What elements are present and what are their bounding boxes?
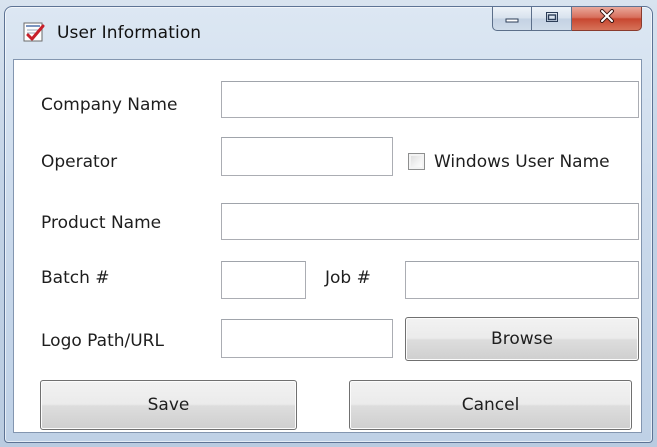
caption-buttons <box>492 7 642 33</box>
company-name-input[interactable] <box>221 81 639 118</box>
form-area: Company Name Operator Windows User Name … <box>13 59 642 433</box>
job-label: Job # <box>325 268 371 288</box>
minimize-button[interactable] <box>492 7 532 31</box>
job-input[interactable] <box>405 261 639 299</box>
browse-button[interactable]: Browse <box>405 317 639 361</box>
close-button[interactable] <box>572 7 642 31</box>
minimize-icon <box>505 10 519 28</box>
product-name-input[interactable] <box>221 203 639 240</box>
close-icon <box>599 9 615 28</box>
batch-input[interactable] <box>221 261 306 299</box>
windows-user-name-checkbox[interactable] <box>408 153 425 170</box>
save-button[interactable]: Save <box>40 380 297 430</box>
maximize-icon <box>545 10 559 28</box>
logo-path-input[interactable] <box>221 319 393 358</box>
maximize-button[interactable] <box>532 7 572 31</box>
cancel-button[interactable]: Cancel <box>349 380 632 430</box>
batch-label: Batch # <box>41 268 110 288</box>
company-name-label: Company Name <box>41 95 178 115</box>
window-title: User Information <box>57 23 202 43</box>
app-document-check-icon <box>23 21 47 43</box>
operator-label: Operator <box>41 152 118 172</box>
title-bar[interactable]: User Information <box>5 7 652 59</box>
user-information-window: User Information Company Name Operator W… <box>4 6 653 443</box>
windows-user-name-label[interactable]: Windows User Name <box>434 152 610 172</box>
operator-input[interactable] <box>221 137 393 176</box>
product-name-label: Product Name <box>41 213 162 233</box>
logo-path-label: Logo Path/URL <box>41 331 164 351</box>
